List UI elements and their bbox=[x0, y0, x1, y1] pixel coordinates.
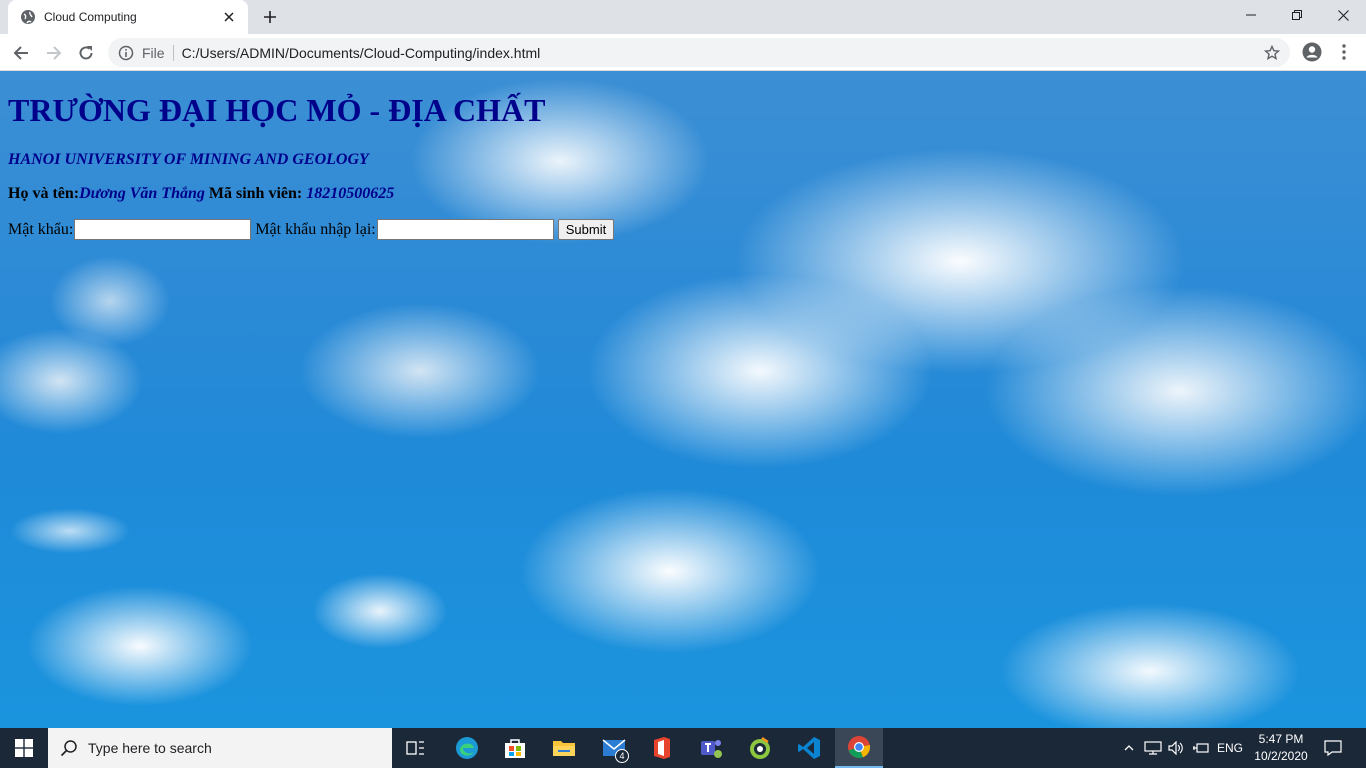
chevron-up-icon bbox=[1124, 745, 1134, 751]
edge-app[interactable] bbox=[443, 728, 491, 768]
page-viewport: TRƯỜNG ĐẠI HỌC MỎ - ĐỊA CHẤT HANOI UNIVE… bbox=[0, 71, 1366, 728]
tab-title: Cloud Computing bbox=[44, 10, 137, 24]
kebab-menu-icon bbox=[1342, 44, 1346, 60]
coccoc-icon bbox=[750, 736, 770, 759]
office-icon bbox=[654, 737, 670, 759]
task-view-button[interactable] bbox=[392, 728, 440, 768]
taskbar-search[interactable]: Type here to search bbox=[48, 728, 392, 768]
password-label: Mật khẩu: bbox=[8, 221, 74, 238]
address-bar[interactable]: File C:/Users/ADMIN/Documents/Cloud-Comp… bbox=[108, 38, 1290, 67]
vscode-icon bbox=[798, 737, 820, 759]
vscode-app[interactable] bbox=[785, 728, 833, 768]
chrome-icon bbox=[848, 736, 871, 758]
student-id-label: Mã sinh viên: bbox=[204, 185, 307, 202]
file-explorer-app[interactable] bbox=[540, 728, 588, 768]
windows-taskbar: Type here to search 4 ENG 5:47 PM 10/2/2… bbox=[0, 728, 1366, 768]
bookmark-star-icon[interactable] bbox=[1260, 41, 1284, 65]
browser-menu-button[interactable] bbox=[1334, 40, 1354, 64]
name-label: Họ và tên: bbox=[8, 185, 80, 202]
clock-time: 5:47 PM bbox=[1258, 732, 1304, 746]
edge-icon bbox=[456, 737, 478, 759]
restore-button[interactable] bbox=[1274, 0, 1320, 30]
info-icon[interactable] bbox=[118, 45, 134, 61]
coccoc-app[interactable] bbox=[736, 728, 784, 768]
browser-toolbar: File C:/Users/ADMIN/Documents/Cloud-Comp… bbox=[0, 34, 1366, 71]
name-value: Dương Văn Thắng bbox=[79, 185, 205, 202]
minimize-button[interactable] bbox=[1228, 0, 1274, 30]
student-info: Họ và tên:Dương Văn Thắng Mã sinh viên: … bbox=[8, 185, 614, 203]
teams-icon bbox=[701, 740, 722, 758]
notification-icon bbox=[1324, 740, 1342, 756]
mail-app[interactable]: 4 bbox=[590, 728, 638, 768]
show-hidden-icons-button[interactable] bbox=[1120, 728, 1138, 768]
password-form: Mật khẩu: Mật khẩu nhập lại: Submit bbox=[8, 219, 615, 240]
system-clock[interactable]: 5:47 PM 10/2/2020 bbox=[1248, 731, 1314, 765]
student-id-value: 18210500625 bbox=[306, 185, 395, 202]
reload-icon bbox=[79, 46, 93, 60]
url-text[interactable]: C:/Users/ADMIN/Documents/Cloud-Computing… bbox=[182, 45, 1260, 61]
network-button[interactable] bbox=[1142, 728, 1164, 768]
speaker-icon bbox=[1168, 741, 1183, 755]
language-indicator[interactable]: ENG bbox=[1214, 728, 1246, 768]
folder-icon bbox=[553, 741, 575, 756]
browser-tab-strip: Cloud Computing bbox=[0, 0, 1366, 34]
action-center-button[interactable] bbox=[1318, 728, 1348, 768]
page-subtitle: HANOI UNIVERSITY OF MINING AND GEOLOGY bbox=[8, 151, 369, 168]
page-content: TRƯỜNG ĐẠI HỌC MỎ - ĐỊA CHẤT HANOI UNIVE… bbox=[8, 71, 615, 240]
volume-button[interactable] bbox=[1166, 728, 1186, 768]
browser-tab[interactable]: Cloud Computing bbox=[8, 0, 248, 34]
close-tab-icon[interactable] bbox=[220, 8, 238, 26]
confirm-password-label: Mật khẩu nhập lại: bbox=[255, 221, 376, 238]
windows-logo-icon bbox=[15, 739, 33, 757]
store-icon bbox=[505, 739, 525, 758]
profile-button[interactable] bbox=[1300, 40, 1324, 64]
arrow-right-icon bbox=[47, 46, 62, 60]
search-icon bbox=[60, 740, 77, 757]
forward-button[interactable] bbox=[40, 39, 68, 67]
scheme-label: File bbox=[142, 44, 174, 61]
window-controls bbox=[1228, 0, 1366, 30]
arrow-left-icon bbox=[13, 46, 28, 60]
close-window-button[interactable] bbox=[1320, 0, 1366, 30]
submit-button[interactable]: Submit bbox=[557, 219, 615, 240]
new-tab-button[interactable] bbox=[258, 6, 282, 28]
globe-icon bbox=[20, 9, 36, 25]
store-app[interactable] bbox=[491, 728, 539, 768]
reload-button[interactable] bbox=[72, 39, 100, 67]
confirm-password-input[interactable] bbox=[376, 219, 554, 240]
chrome-app[interactable] bbox=[835, 728, 883, 768]
clock-date: 10/2/2020 bbox=[1254, 749, 1308, 763]
teams-app[interactable] bbox=[687, 728, 735, 768]
start-button[interactable] bbox=[0, 728, 48, 768]
search-placeholder: Type here to search bbox=[88, 740, 212, 756]
office-app[interactable] bbox=[638, 728, 686, 768]
password-input[interactable] bbox=[74, 219, 252, 240]
battery-button[interactable] bbox=[1190, 728, 1212, 768]
account-icon bbox=[1302, 42, 1322, 62]
task-view-icon bbox=[406, 741, 424, 755]
mail-badge: 4 bbox=[615, 749, 629, 763]
page-title: TRƯỜNG ĐẠI HỌC MỎ - ĐỊA CHẤT bbox=[8, 92, 546, 128]
battery-plug-icon bbox=[1193, 743, 1209, 753]
back-button[interactable] bbox=[7, 39, 35, 67]
network-icon bbox=[1144, 741, 1162, 755]
language-label: ENG bbox=[1216, 741, 1243, 755]
